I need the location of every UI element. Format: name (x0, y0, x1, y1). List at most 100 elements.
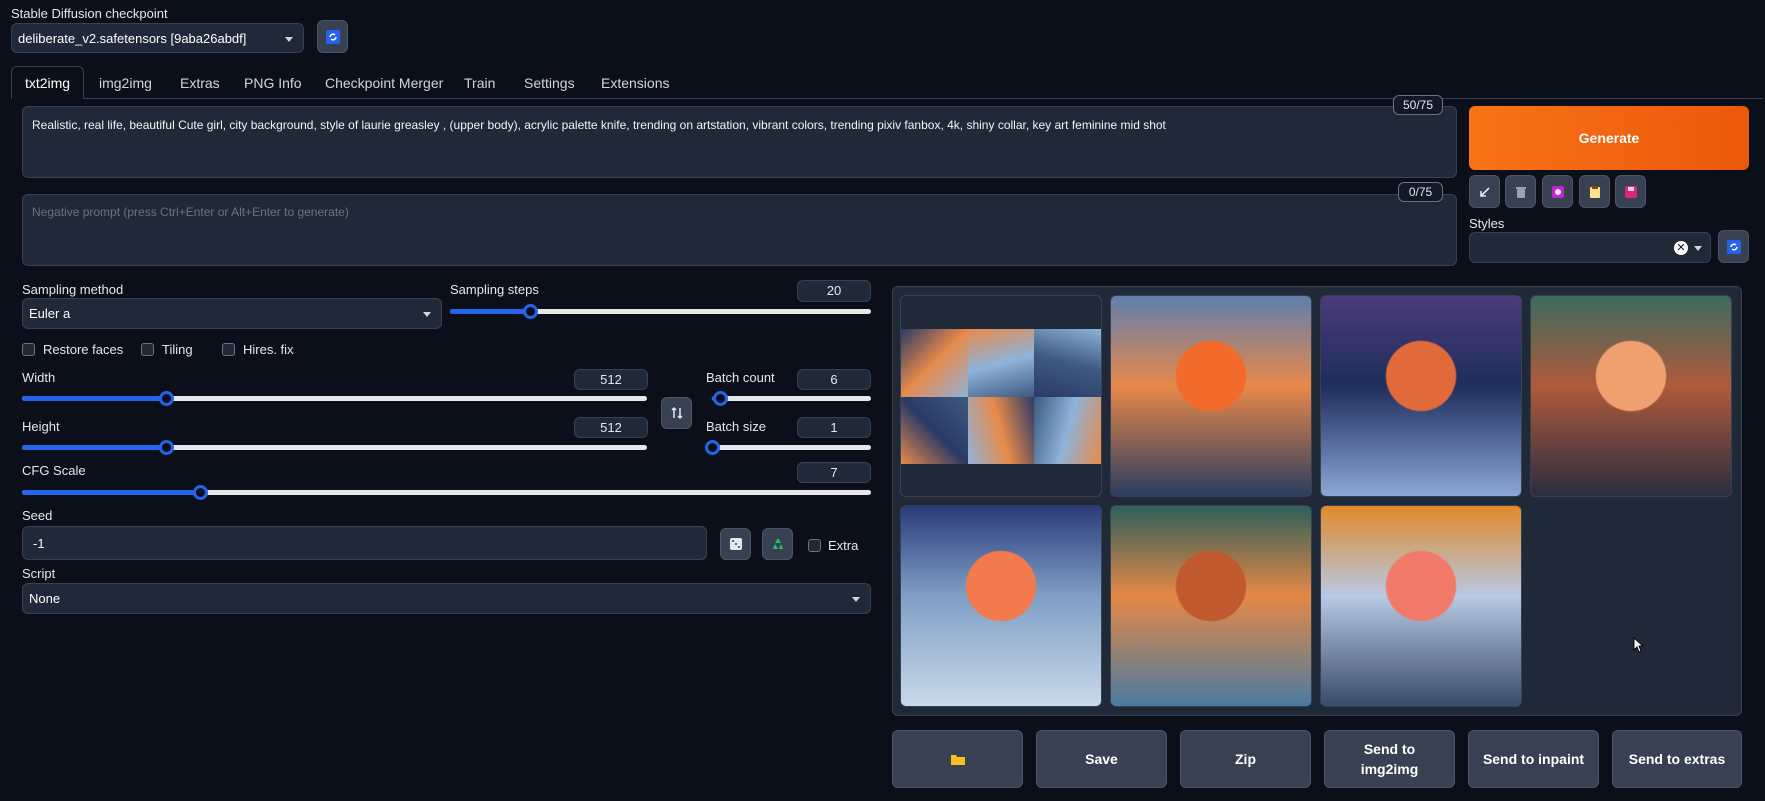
batch-size-slider[interactable] (705, 440, 871, 455)
restore-faces-checkbox[interactable] (22, 343, 35, 356)
cfg-scale-input[interactable]: 7 (797, 462, 871, 483)
checkpoint-select[interactable]: deliberate_v2.safetensors [9aba26abdf] (11, 23, 304, 53)
grid-thumbnail (901, 329, 968, 397)
clear-prompt-button[interactable] (1505, 175, 1536, 208)
width-slider[interactable] (22, 391, 647, 406)
styles-label: Styles (1469, 216, 1505, 231)
negative-token-counter: 0/75 (1398, 182, 1443, 202)
zip-button[interactable]: Zip (1180, 730, 1311, 788)
apply-style-button[interactable] (1579, 175, 1610, 208)
tab-settings[interactable]: Settings (524, 75, 575, 91)
chevron-down-icon (423, 312, 431, 317)
refresh-icon (1726, 239, 1741, 254)
mouse-cursor-icon (1633, 637, 1645, 653)
grid-image[interactable] (900, 295, 1102, 497)
trash-icon (1515, 186, 1526, 198)
swap-dimensions-button[interactable] (661, 397, 692, 429)
batch-size-label: Batch size (706, 419, 766, 434)
sampling-method-select[interactable]: Euler a (22, 298, 442, 329)
tab-train[interactable]: Train (464, 75, 495, 91)
styles-select[interactable]: ✕ (1469, 232, 1711, 263)
script-value: None (29, 591, 61, 606)
grid-thumbnail (1034, 329, 1101, 397)
hires-fix-checkbox[interactable] (222, 343, 235, 356)
generated-image-1[interactable] (1110, 295, 1312, 497)
checkpoint-label: Stable Diffusion checkpoint (11, 6, 168, 21)
extra-seed-label: Extra (828, 538, 859, 553)
reuse-seed-button[interactable] (762, 528, 793, 560)
tiling-checkbox[interactable] (141, 343, 154, 356)
prompt-textarea[interactable]: Realistic, real life, beautiful Cute gir… (22, 106, 1457, 178)
grid-thumbnail (967, 329, 1035, 397)
batch-count-input[interactable]: 6 (797, 369, 871, 390)
width-label: Width (22, 370, 56, 385)
tab-divider (11, 98, 1763, 99)
refresh-checkpoint-button[interactable] (317, 20, 348, 53)
batch-size-input[interactable]: 1 (797, 417, 871, 438)
prompt-text: Realistic, real life, beautiful Cute gir… (32, 118, 1166, 132)
chevron-down-icon (285, 37, 293, 42)
send-to-img2img-button[interactable]: Send to img2img (1324, 730, 1455, 788)
width-input[interactable]: 512 (574, 369, 648, 390)
negative-prompt-textarea[interactable]: Negative prompt (press Ctrl+Enter or Alt… (22, 194, 1457, 266)
clear-icon[interactable]: ✕ (1674, 241, 1688, 255)
script-select[interactable]: None (22, 583, 871, 614)
grid-thumbnail (901, 396, 968, 464)
read-params-button[interactable] (1469, 175, 1500, 208)
height-label: Height (22, 419, 60, 434)
height-input[interactable]: 512 (574, 417, 648, 438)
tab-checkpoint-merger[interactable]: Checkpoint Merger (325, 75, 443, 91)
chevron-down-icon (852, 597, 860, 602)
cfg-scale-label: CFG Scale (22, 463, 86, 478)
sampling-method-value: Euler a (29, 306, 71, 321)
arrow-icon (1479, 186, 1490, 197)
script-label: Script (22, 566, 56, 581)
send-to-inpaint-button[interactable]: Send to inpaint (1468, 730, 1599, 788)
generated-image-2[interactable] (1320, 295, 1522, 497)
save-button[interactable]: Save (1036, 730, 1167, 788)
generate-button[interactable]: Generate (1469, 106, 1749, 170)
dice-icon (729, 538, 742, 550)
batch-count-label: Batch count (706, 370, 775, 385)
seed-value: -1 (33, 535, 45, 551)
sampling-steps-label: Sampling steps (450, 282, 539, 297)
tiling-label: Tiling (162, 342, 193, 357)
style-icon (1551, 185, 1564, 198)
checkpoint-value: deliberate_v2.safetensors [9aba26abdf] (18, 30, 247, 46)
generated-image-3[interactable] (1530, 295, 1732, 497)
grid-thumbnail (1034, 396, 1101, 464)
swap-icon (670, 406, 683, 420)
send-to-extras-button[interactable]: Send to extras (1612, 730, 1742, 788)
sampling-steps-slider[interactable] (450, 304, 871, 319)
generated-image-4[interactable] (900, 505, 1102, 707)
folder-icon (950, 754, 965, 765)
generated-image-6[interactable] (1320, 505, 1522, 707)
restore-faces-label: Restore faces (43, 342, 124, 357)
grid-thumbnail (967, 396, 1035, 464)
open-folder-button[interactable] (892, 730, 1023, 788)
tab-extensions[interactable]: Extensions (601, 75, 669, 91)
clipboard-icon (1589, 185, 1600, 198)
hires-fix-label: Hires. fix (243, 342, 294, 357)
show-extra-networks-button[interactable] (1542, 175, 1573, 208)
tab-extras[interactable]: Extras (180, 75, 220, 91)
sampling-steps-input[interactable]: 20 (797, 280, 871, 302)
tab-img2img[interactable]: img2img (99, 75, 152, 91)
generated-image-5[interactable] (1110, 505, 1312, 707)
random-seed-button[interactable] (720, 528, 751, 560)
prompt-token-counter: 50/75 (1393, 95, 1443, 115)
save-icon (1624, 185, 1637, 198)
cfg-scale-slider[interactable] (22, 485, 871, 500)
chevron-down-icon (1694, 246, 1702, 251)
height-slider[interactable] (22, 440, 647, 455)
save-style-button[interactable] (1615, 175, 1646, 208)
seed-input[interactable]: -1 (22, 526, 707, 560)
refresh-icon (325, 29, 340, 44)
tab-png-info[interactable]: PNG Info (244, 75, 302, 91)
sampling-method-label: Sampling method (22, 282, 124, 297)
extra-seed-checkbox[interactable] (808, 539, 821, 552)
recycle-icon (772, 538, 783, 549)
tab-txt2img[interactable]: txt2img (11, 66, 84, 99)
batch-count-slider[interactable] (712, 391, 871, 406)
refresh-styles-button[interactable] (1718, 230, 1749, 263)
